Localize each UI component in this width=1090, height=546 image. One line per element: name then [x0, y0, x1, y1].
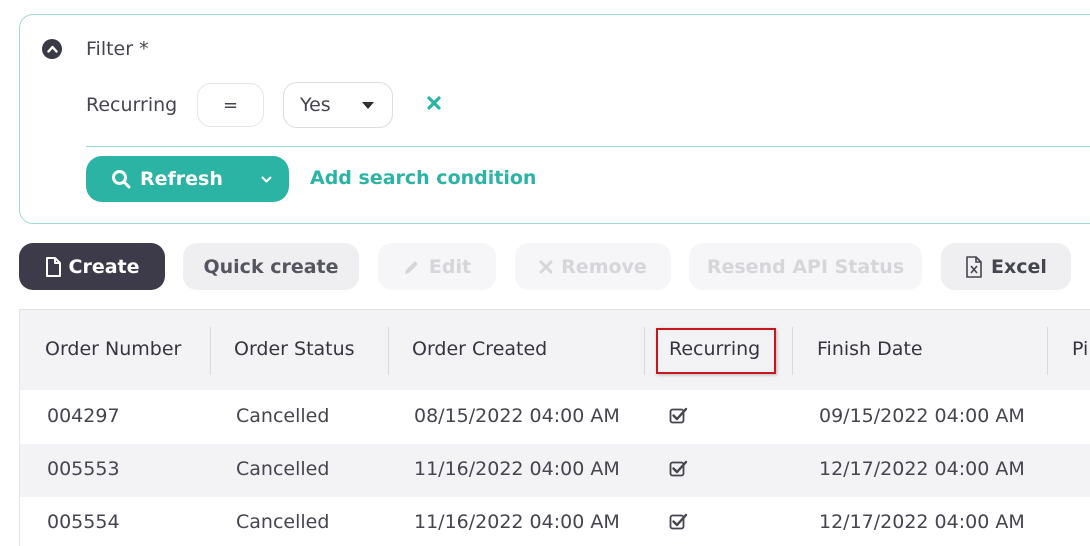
remove-button[interactable]: Remove: [515, 243, 671, 290]
recurring-highlight-box: [656, 328, 776, 374]
filter-divider: [86, 146, 1090, 147]
checkbox-checked-icon: [669, 460, 688, 477]
cell-order-status: Cancelled: [236, 511, 330, 533]
new-document-icon: [45, 256, 61, 277]
excel-label: Excel: [991, 255, 1047, 278]
cell-order-number: 004297: [47, 405, 120, 427]
cell-finish-date: 12/17/2022 04:00 AM: [819, 458, 1025, 480]
column-resize-handle[interactable]: [644, 327, 645, 375]
column-header-order-number[interactable]: Order Number: [45, 338, 181, 360]
refresh-dropdown-toggle[interactable]: [244, 156, 288, 202]
chevron-down-icon: [261, 176, 271, 182]
cell-order-created: 11/16/2022 04:00 AM: [414, 511, 620, 533]
caret-down-icon: [362, 102, 374, 109]
quick-create-button[interactable]: Quick create: [183, 243, 359, 290]
column-resize-handle[interactable]: [792, 327, 793, 375]
column-resize-handle[interactable]: [388, 327, 389, 375]
refresh-label: Refresh: [140, 168, 223, 190]
resend-api-status-button[interactable]: Resend API Status: [689, 243, 922, 290]
refresh-button[interactable]: Refresh: [86, 156, 244, 202]
cell-order-status: Cancelled: [236, 405, 330, 427]
excel-export-button[interactable]: Excel: [941, 243, 1071, 290]
table-row[interactable]: 005553 Cancelled 11/16/2022 04:00 AM 12/…: [20, 444, 1090, 497]
edit-button[interactable]: Edit: [378, 243, 496, 290]
remove-label: Remove: [561, 255, 647, 278]
cell-order-status: Cancelled: [236, 458, 330, 480]
column-resize-handle[interactable]: [210, 327, 211, 375]
add-search-condition-link[interactable]: Add search condition: [310, 167, 536, 189]
cell-order-number: 005553: [47, 458, 120, 480]
chevron-up-icon: [46, 45, 58, 53]
cell-finish-date: 12/17/2022 04:00 AM: [819, 511, 1025, 533]
checkbox-checked-icon: [669, 407, 688, 424]
cell-order-created: 11/16/2022 04:00 AM: [414, 458, 620, 480]
orders-table: Order Number Order Status Order Created …: [19, 309, 1090, 546]
filter-panel: Filter * Recurring = Yes Refresh Add sea…: [19, 14, 1090, 224]
column-header-order-created[interactable]: Order Created: [412, 338, 547, 360]
quick-create-label: Quick create: [203, 255, 339, 278]
create-label: Create: [68, 255, 140, 278]
table-row[interactable]: 005554 Cancelled 11/16/2022 04:00 AM 12/…: [20, 497, 1090, 546]
table-header-row: Order Number Order Status Order Created …: [20, 310, 1090, 390]
collapse-filter-button[interactable]: [42, 39, 62, 59]
resend-label: Resend API Status: [706, 255, 905, 278]
column-header-truncated[interactable]: Pi: [1072, 338, 1088, 360]
edit-label: Edit: [428, 255, 472, 278]
remove-condition-icon[interactable]: [425, 94, 443, 112]
column-resize-handle[interactable]: [1047, 327, 1048, 375]
excel-file-icon: [966, 255, 982, 278]
condition-operator[interactable]: =: [197, 83, 264, 127]
cell-finish-date: 09/15/2022 04:00 AM: [819, 405, 1025, 427]
cell-order-created: 08/15/2022 04:00 AM: [414, 405, 620, 427]
table-row[interactable]: 004297 Cancelled 08/15/2022 04:00 AM 09/…: [20, 391, 1090, 444]
condition-value-select[interactable]: Yes: [283, 82, 393, 128]
create-button[interactable]: Create: [19, 243, 165, 290]
checkbox-checked-icon: [669, 513, 688, 530]
cell-order-number: 005554: [47, 511, 120, 533]
column-header-finish-date[interactable]: Finish Date: [817, 338, 923, 360]
condition-value: Yes: [300, 94, 331, 116]
search-icon: [112, 170, 131, 189]
column-header-order-status[interactable]: Order Status: [234, 338, 355, 360]
close-icon: [539, 260, 553, 273]
filter-title: Filter *: [86, 38, 149, 60]
refresh-split-button: Refresh: [86, 156, 289, 202]
pencil-icon: [404, 260, 418, 274]
condition-field-label: Recurring: [86, 94, 178, 116]
